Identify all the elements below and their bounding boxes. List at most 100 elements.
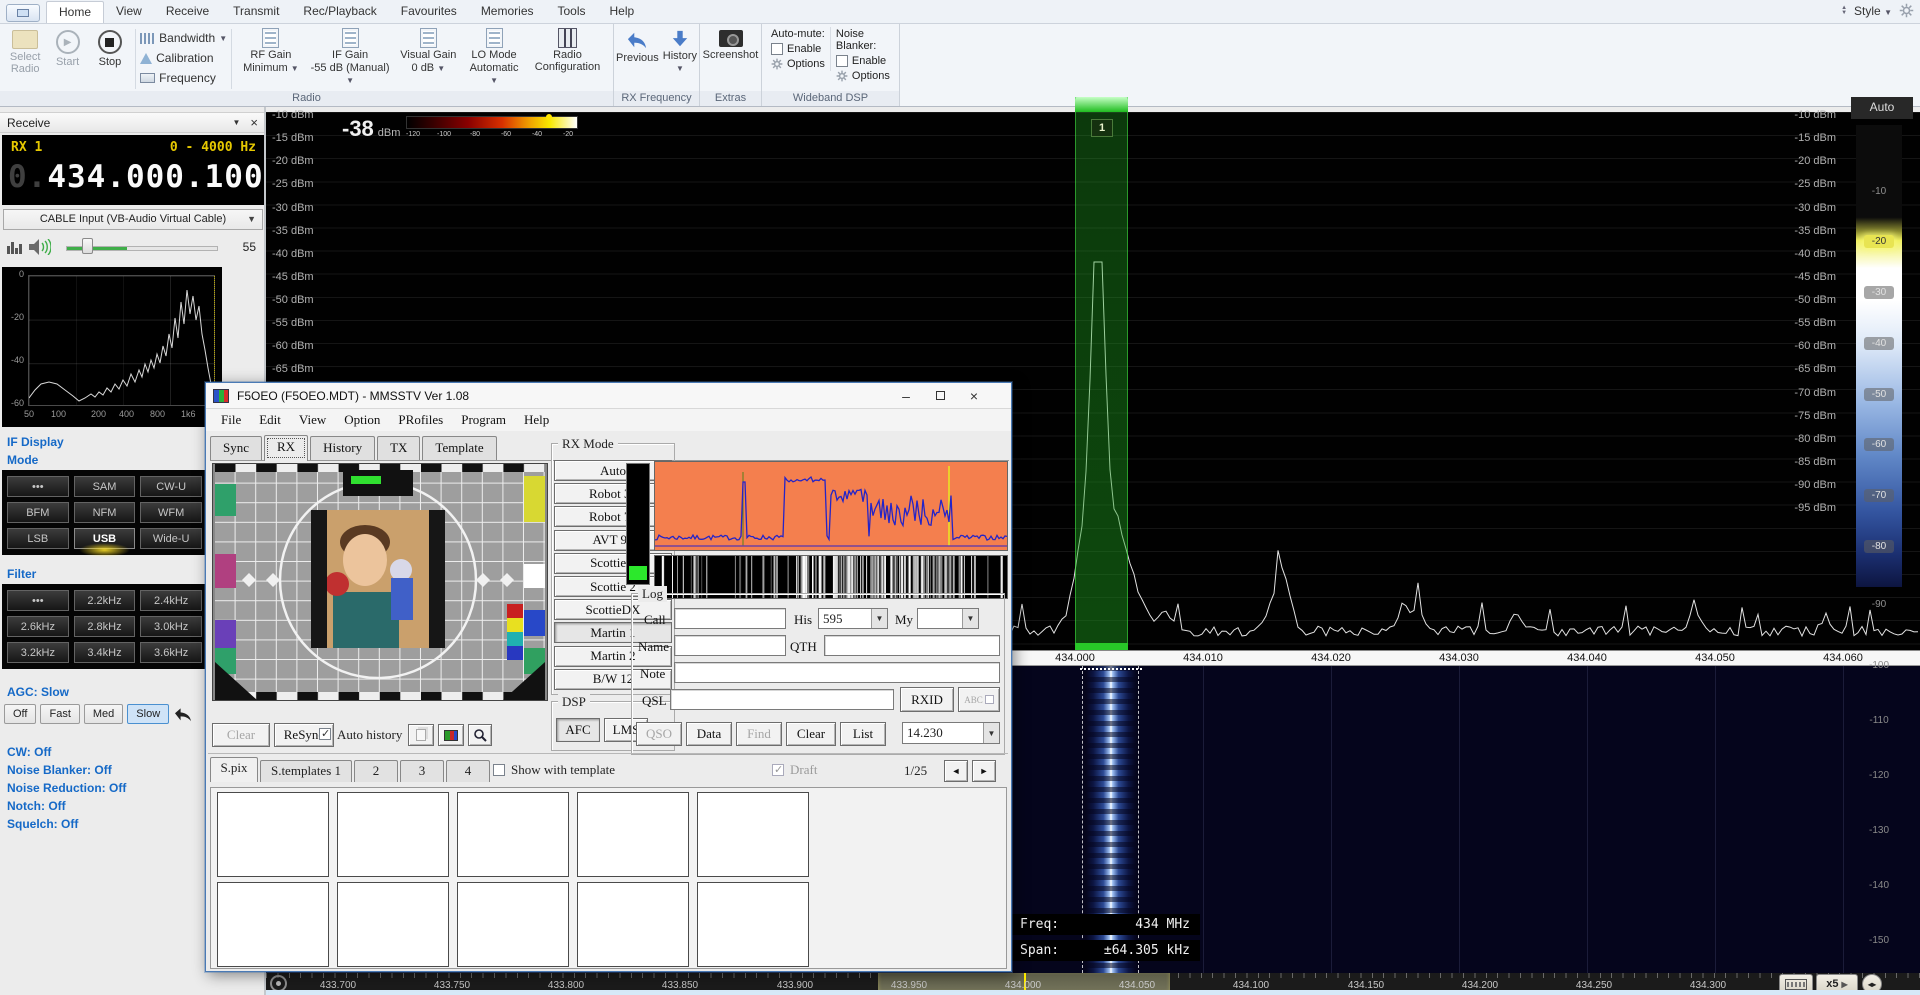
agc-button-slow[interactable]: Slow xyxy=(127,704,169,724)
ribbon-tab-transmit[interactable]: Transmit xyxy=(221,1,291,23)
mode-button-cw-u[interactable]: CW-U xyxy=(140,476,202,497)
stock-picture-slot[interactable] xyxy=(457,882,569,967)
noise-blanker-enable-checkbox[interactable]: Enable xyxy=(836,55,890,67)
calibration-button[interactable]: Calibration xyxy=(140,49,227,67)
ribbon-tab-memories[interactable]: Memories xyxy=(469,1,546,23)
lo-mode-dropdown[interactable]: LO Mode Automatic ▼ xyxy=(462,27,526,87)
filter-button-2-2khz[interactable]: 2.2kHz xyxy=(74,590,136,611)
log-button-list[interactable]: List xyxy=(840,722,886,746)
stop-button[interactable]: Stop xyxy=(89,27,131,68)
receive-panel-header[interactable]: Receive ▼× xyxy=(0,112,264,133)
rxid-button[interactable]: RXID xyxy=(900,687,954,712)
menu-view[interactable]: View xyxy=(290,410,335,430)
my-select[interactable]: ▼ xyxy=(917,608,979,629)
draft-checkbox[interactable] xyxy=(772,764,784,776)
menu-file[interactable]: File xyxy=(212,410,250,430)
log-button-clear[interactable]: Clear xyxy=(786,722,836,746)
stock-picture-slot[interactable] xyxy=(337,792,449,877)
show-with-template-checkbox[interactable] xyxy=(493,764,505,776)
picture-button[interactable] xyxy=(438,724,464,746)
filter-button-3-0khz[interactable]: 3.0kHz xyxy=(140,616,202,637)
style-menu[interactable]: Style ▼ xyxy=(1854,4,1892,18)
frequency-display[interactable]: RX 1 0 - 4000 Hz 0.434.000.100 xyxy=(2,135,264,205)
mode-button-lsb[interactable]: LSB xyxy=(7,528,69,549)
filter-button-[interactable]: ••• xyxy=(7,590,69,611)
status-link-squelch-off[interactable]: Squelch: Off xyxy=(7,817,126,831)
stock-picture-slot[interactable] xyxy=(577,792,689,877)
rf-gain-dropdown[interactable]: RF Gain Minimum ▼ xyxy=(236,27,306,75)
menu-help[interactable]: Help xyxy=(515,410,558,430)
stock-picture-slot[interactable] xyxy=(577,882,689,967)
menu-option[interactable]: Option xyxy=(335,410,389,430)
auto-history-checkbox[interactable] xyxy=(319,728,331,740)
if-display-link[interactable]: IF Display xyxy=(7,435,64,449)
mmsstv-window[interactable]: F5OEO (F5OEO.MDT) - MMSSTV Ver 1.08 – × … xyxy=(205,382,1012,972)
history-button[interactable]: History ▼ xyxy=(663,27,697,73)
visual-gain-dropdown[interactable]: Visual Gain 0 dB ▼ xyxy=(395,27,463,75)
filter-button-3-6khz[interactable]: 3.6kHz xyxy=(140,642,202,663)
status-link-noise-reduction-off[interactable]: Noise Reduction: Off xyxy=(7,781,126,795)
stock-picture-slot[interactable] xyxy=(697,882,809,967)
minimize-button[interactable]: – xyxy=(889,384,923,407)
mmsstv-tab-template[interactable]: Template xyxy=(422,436,496,460)
qsl-input[interactable] xyxy=(670,689,894,710)
frequency-button[interactable]: Frequency xyxy=(140,69,227,87)
app-menu-button[interactable] xyxy=(6,4,40,22)
previous-frequency-button[interactable]: Previous xyxy=(616,27,659,64)
log-button-find[interactable]: Find xyxy=(736,722,782,746)
agc-button-fast[interactable]: Fast xyxy=(40,704,79,724)
mode-button-wide-u[interactable]: Wide-U xyxy=(140,528,202,549)
mmsstv-tab-rx[interactable]: RX xyxy=(264,435,308,461)
mode-button-bfm[interactable]: BFM xyxy=(7,502,69,523)
next-page-button[interactable]: ► xyxy=(972,760,996,782)
ribbon-tab-help[interactable]: Help xyxy=(598,1,647,23)
pix-tab-s-pix[interactable]: S.pix xyxy=(210,757,258,782)
stock-picture-slot[interactable] xyxy=(697,792,809,877)
stock-picture-slot[interactable] xyxy=(217,792,329,877)
ribbon-tab-view[interactable]: View xyxy=(104,1,154,23)
settings-gear-icon[interactable] xyxy=(1899,3,1914,18)
passband-top-cap[interactable] xyxy=(1075,97,1128,112)
auto-mute-enable-checkbox[interactable]: Enable xyxy=(771,43,825,55)
agc-button-med[interactable]: Med xyxy=(84,704,123,724)
pix-tab-2[interactable]: 2 xyxy=(354,760,398,782)
audio-source-dropdown[interactable]: CABLE Input (VB-Audio Virtual Cable) ▼ xyxy=(3,209,263,230)
ribbon-tab-tools[interactable]: Tools xyxy=(546,1,598,23)
mmsstv-tab-sync[interactable]: Sync xyxy=(210,436,262,460)
agc-undo-icon[interactable] xyxy=(173,706,193,722)
magnifier-button[interactable] xyxy=(468,724,492,746)
equalizer-icon[interactable] xyxy=(7,240,22,254)
agc-button-off[interactable]: Off xyxy=(4,704,36,724)
call-input[interactable] xyxy=(674,608,786,629)
if-gain-dropdown[interactable]: IF Gain -55 dB (Manual) ▼ xyxy=(306,27,395,87)
pix-tab-3[interactable]: 3 xyxy=(400,760,444,782)
afc-button[interactable]: AFC xyxy=(556,718,600,742)
mode-button-sam[interactable]: SAM xyxy=(74,476,136,497)
copy-image-button[interactable] xyxy=(408,724,434,746)
panel-dropdown-icon[interactable]: ▼ xyxy=(232,113,240,133)
abc-button[interactable]: ABC xyxy=(958,687,1000,712)
speaker-icon[interactable] xyxy=(29,239,51,255)
auto-scale-label[interactable]: Auto xyxy=(1851,97,1913,119)
prev-page-button[interactable]: ◄ xyxy=(944,760,968,782)
rx-passband-marker[interactable]: 1 xyxy=(1075,97,1128,650)
agc-section-label[interactable]: AGC: Slow xyxy=(7,685,69,699)
maximize-button[interactable] xyxy=(923,384,957,407)
radio-configuration-button[interactable]: Radio Configuration xyxy=(526,27,609,74)
mode-button-nfm[interactable]: NFM xyxy=(74,502,136,523)
clear-image-button[interactable]: Clear xyxy=(212,723,270,747)
ribbon-tab-receive[interactable]: Receive xyxy=(154,1,221,23)
filter-button-2-8khz[interactable]: 2.8kHz xyxy=(74,616,136,637)
filter-button-2-4khz[interactable]: 2.4kHz xyxy=(140,590,202,611)
menu-edit[interactable]: Edit xyxy=(250,410,290,430)
ribbon-tab-rec-playback[interactable]: Rec/Playback xyxy=(291,1,388,23)
menu-profiles[interactable]: PRofiles xyxy=(389,410,452,430)
volume-slider-thumb[interactable] xyxy=(82,238,93,254)
pix-tab-4[interactable]: 4 xyxy=(446,760,490,782)
status-link-cw-off[interactable]: CW: Off xyxy=(7,745,126,759)
filter-button-3-2khz[interactable]: 3.2kHz xyxy=(7,642,69,663)
collapse-ribbon-icon[interactable]: ▲▼ xyxy=(1841,6,1847,16)
panel-close-icon[interactable]: × xyxy=(250,113,258,133)
screenshot-button[interactable]: Screenshot xyxy=(703,27,759,61)
noise-blanker-options-button[interactable]: Options xyxy=(836,70,890,82)
